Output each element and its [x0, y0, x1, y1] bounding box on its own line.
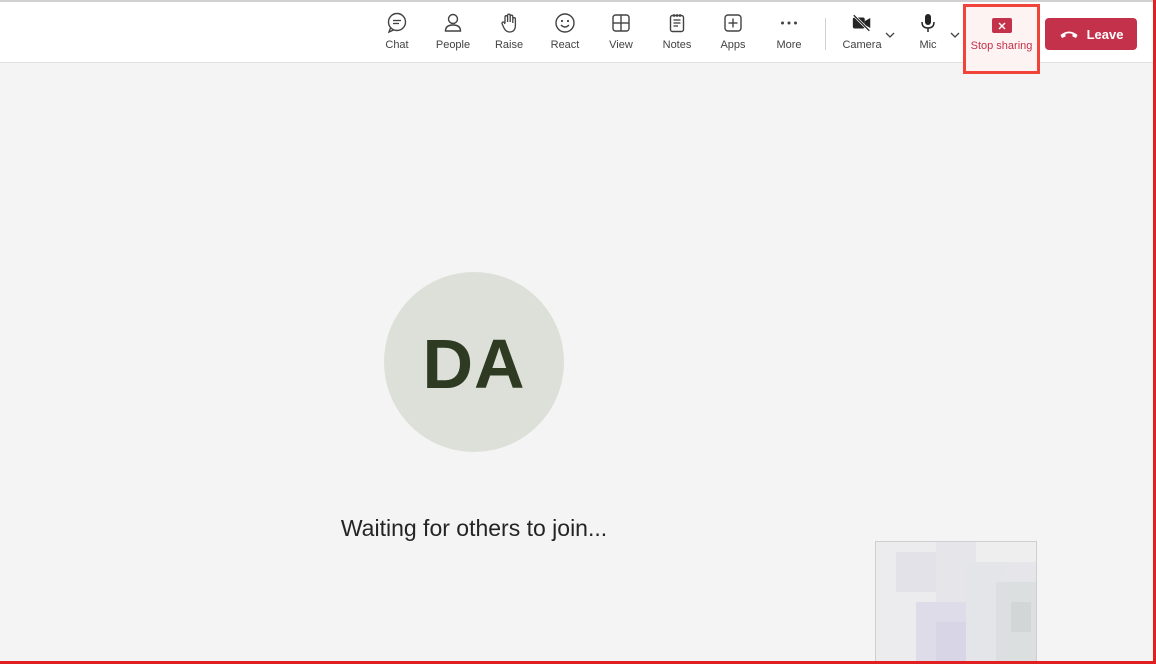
participant-avatar: DA — [384, 272, 564, 452]
stop-sharing-button[interactable]: Stop sharing — [963, 4, 1040, 74]
toolbar-divider — [825, 18, 826, 50]
apps-label: Apps — [720, 39, 746, 51]
add-app-icon — [722, 12, 744, 34]
react-label: React — [550, 39, 580, 51]
mic-label: Mic — [919, 39, 937, 51]
leave-label: Leave — [1086, 26, 1124, 42]
notes-label: Notes — [662, 39, 692, 51]
camera-button[interactable]: Camera — [837, 12, 887, 58]
more-dots-icon — [778, 12, 800, 34]
react-button[interactable]: React — [540, 12, 590, 58]
chat-icon — [386, 12, 408, 34]
stop-share-icon — [991, 18, 1012, 33]
stop-sharing-label: Stop sharing — [970, 40, 1033, 52]
raise-label: Raise — [494, 39, 524, 51]
view-label: View — [609, 39, 633, 51]
leave-button[interactable]: Leave — [1045, 18, 1137, 50]
avatar-initials: DA — [422, 325, 526, 403]
grid-view-icon — [610, 12, 632, 34]
waiting-status-text: Waiting for others to join... — [340, 515, 608, 541]
chat-button[interactable]: Chat — [372, 12, 422, 58]
people-icon — [442, 12, 464, 34]
people-label: People — [435, 39, 471, 51]
mic-options-chevron-icon[interactable] — [949, 28, 961, 40]
meeting-toolbar: Chat People Raise React View Notes Apps … — [0, 0, 1156, 74]
raise-hand-icon — [498, 12, 520, 34]
chat-label: Chat — [385, 39, 409, 51]
microphone-icon — [917, 12, 939, 34]
view-button[interactable]: View — [596, 12, 646, 58]
self-video-preview[interactable] — [875, 541, 1037, 664]
mic-button[interactable]: Mic — [903, 12, 953, 58]
apps-button[interactable]: Apps — [708, 12, 758, 58]
notes-button[interactable]: Notes — [652, 12, 702, 58]
hang-up-icon — [1059, 28, 1079, 40]
smiley-icon — [554, 12, 576, 34]
raise-hand-button[interactable]: Raise — [484, 12, 534, 58]
camera-label: Camera — [842, 39, 882, 51]
more-label: More — [776, 39, 802, 51]
more-button[interactable]: More — [764, 12, 814, 58]
camera-off-icon — [851, 12, 873, 34]
people-button[interactable]: People — [428, 12, 478, 58]
notes-icon — [666, 12, 688, 34]
camera-options-chevron-icon[interactable] — [884, 28, 896, 40]
